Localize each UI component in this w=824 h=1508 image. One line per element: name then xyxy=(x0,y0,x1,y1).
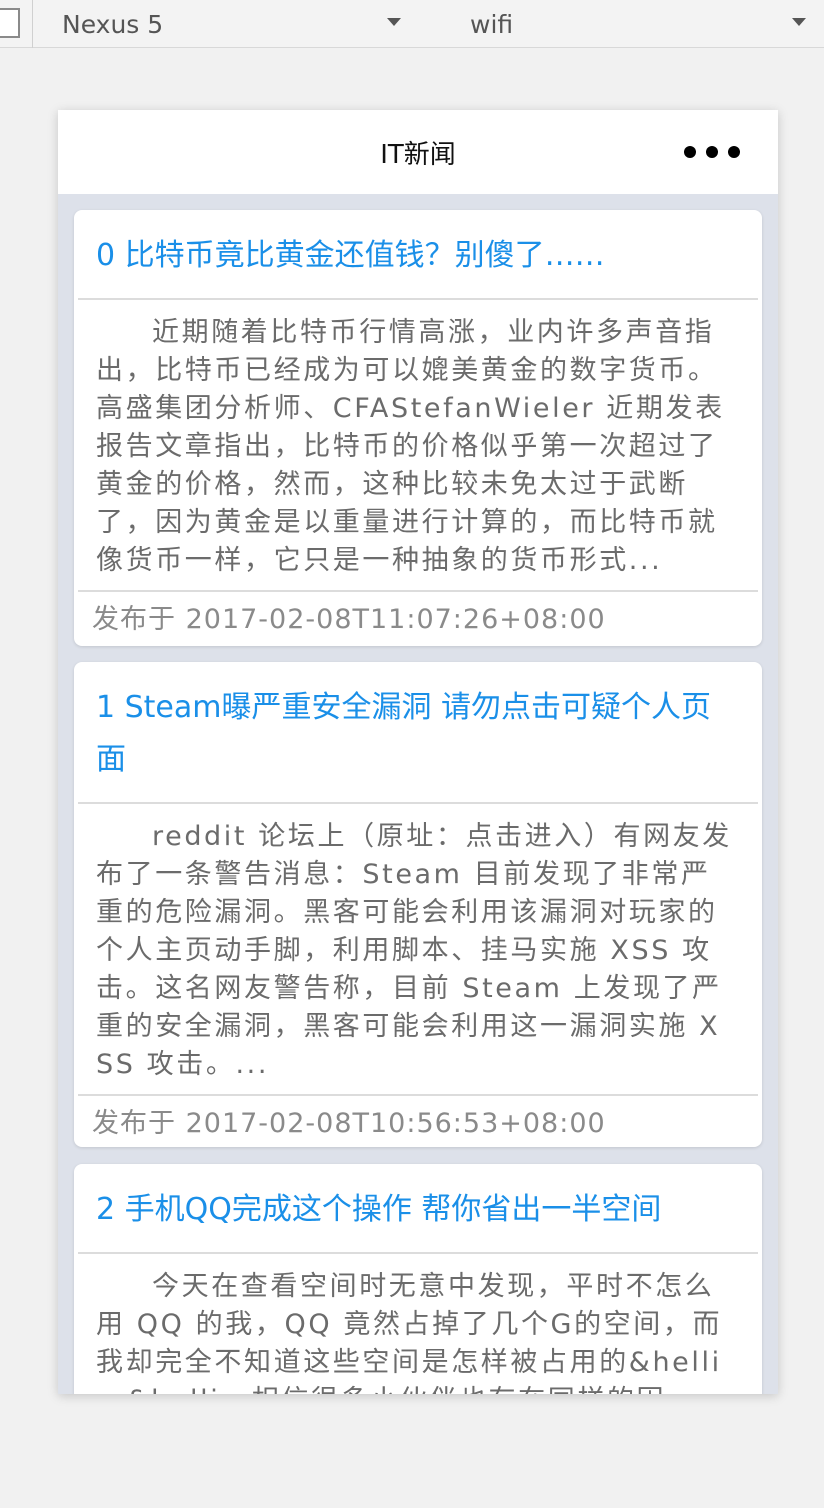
page-title: IT新闻 xyxy=(380,139,456,170)
news-summary: 今天在查看空间时无意中发现，平时不怎么用 QQ 的我，QQ 竟然占掉了几个G的空… xyxy=(96,1271,723,1394)
news-card[interactable]: 1 Steam曝严重安全漏洞 请勿点击可疑个人页面 reddit 论坛上（原址：… xyxy=(74,662,762,1147)
news-card[interactable]: 0 比特币竟比黄金还值钱？别傻了…… 近期随着比特币行情高涨，业内许多声音指出，… xyxy=(74,210,762,646)
news-summary: reddit 论坛上（原址：点击进入）有网友发布了一条警告消息：Steam 目前… xyxy=(78,804,758,1096)
dot-icon xyxy=(684,146,696,158)
device-toolbar: Nexus 5 wifi xyxy=(0,0,824,48)
news-card[interactable]: 2 手机QQ完成这个操作 帮你省出一半空间 今天在查看空间时无意中发现，平时不怎… xyxy=(74,1164,762,1394)
news-summary: 近期随着比特币行情高涨，业内许多声音指出，比特币已经成为可以媲美黄金的数字货币。… xyxy=(78,300,758,592)
phone-screen: IT新闻 0 比特币竟比黄金还值钱？别傻了…… 近期随着比特币行情高涨，业内许多… xyxy=(58,110,778,1394)
more-menu-button[interactable] xyxy=(684,146,740,158)
chevron-down-icon xyxy=(387,18,401,26)
device-select-label: Nexus 5 xyxy=(62,9,164,39)
news-title[interactable]: 0 比特币竟比黄金还值钱？别傻了…… xyxy=(78,210,758,300)
toolbar-divider xyxy=(32,0,33,48)
news-date: 发布于 2017-02-08T10:56:53+08:00 xyxy=(92,1108,606,1139)
device-frame-toggle[interactable] xyxy=(0,8,20,38)
nav-bar: IT新闻 xyxy=(58,110,778,194)
news-title[interactable]: 1 Steam曝严重安全漏洞 请勿点击可疑个人页面 xyxy=(78,662,758,804)
network-select-label: wifi xyxy=(470,9,514,39)
dot-icon xyxy=(728,146,740,158)
network-select[interactable]: wifi xyxy=(470,0,812,48)
device-select[interactable]: Nexus 5 xyxy=(62,0,407,48)
news-title[interactable]: 2 手机QQ完成这个操作 帮你省出一半空间 xyxy=(78,1164,758,1254)
chevron-down-icon xyxy=(792,18,806,26)
dot-icon xyxy=(706,146,718,158)
news-date: 发布于 2017-02-08T11:07:26+08:00 xyxy=(92,604,606,635)
